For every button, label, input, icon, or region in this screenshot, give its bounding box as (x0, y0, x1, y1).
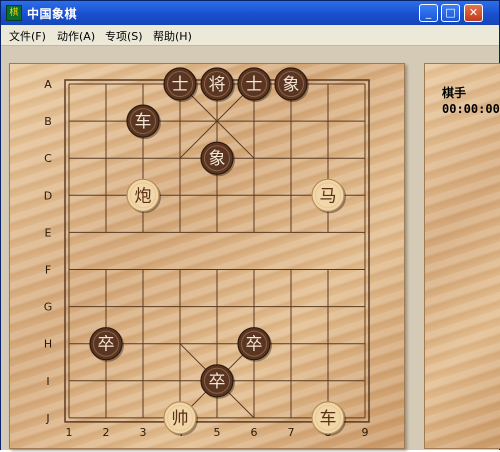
row-label: H (44, 338, 52, 351)
row-label: C (44, 152, 52, 165)
piece-char: 卒 (98, 335, 115, 355)
piece-black[interactable]: 士 (237, 67, 272, 102)
piece-char: 卒 (209, 372, 226, 392)
piece-char: 车 (320, 409, 337, 429)
menu-help[interactable]: 帮助(H) (153, 28, 192, 44)
col-label: 7 (288, 426, 295, 439)
piece-char: 将 (209, 75, 226, 95)
piece-char: 士 (172, 75, 189, 95)
piece-black[interactable]: 卒 (89, 327, 124, 362)
piece-red[interactable]: 马 (311, 178, 346, 214)
window-title: 中国象棋 (27, 7, 78, 21)
piece-black[interactable]: 象 (200, 141, 235, 177)
chess-board[interactable]: ABCDEFGHIJ123456789士将士象车象炮马卒卒卒帅车 (9, 63, 405, 449)
piece-red[interactable]: 炮 (126, 178, 161, 214)
chess-app-icon[interactable]: 棋 (6, 5, 22, 21)
info-panel: 棋手 00:00:00 (424, 63, 500, 449)
menu-action[interactable]: 动作(A) (57, 28, 95, 44)
board-graphic[interactable]: ABCDEFGHIJ123456789士将士象车象炮马卒卒卒帅车 (10, 64, 404, 448)
piece-char: 卒 (246, 335, 263, 355)
row-label: F (45, 264, 51, 277)
piece-char: 象 (209, 149, 226, 169)
piece-black[interactable]: 卒 (200, 364, 235, 399)
piece-char: 马 (320, 186, 337, 206)
player-timer: 00:00:00 (442, 102, 500, 116)
player-label: 棋手 (442, 86, 467, 100)
piece-black[interactable]: 车 (126, 104, 161, 140)
col-label: 3 (140, 426, 147, 439)
row-label: J (45, 412, 49, 425)
piece-black[interactable]: 将 (200, 67, 235, 102)
menu-file[interactable]: 文件(F) (9, 28, 46, 44)
app-window: 棋 中国象棋 _ □ ✕ 文件(F) 动作(A) 专项(S) 帮助(H) A B C… (0, 0, 500, 450)
col-label: 5 (214, 426, 221, 439)
row-label: G (44, 301, 53, 314)
piece-char: 帅 (172, 409, 189, 429)
row-label: I (46, 375, 49, 388)
piece-black[interactable]: 士 (163, 67, 198, 102)
title-bar[interactable]: 棋 中国象棋 _ □ ✕ (1, 1, 499, 25)
piece-char: 车 (135, 112, 152, 132)
piece-char: 炮 (135, 186, 152, 206)
close-button[interactable]: ✕ (464, 4, 483, 22)
col-label: 1 (66, 426, 73, 439)
col-label: 6 (251, 426, 258, 439)
piece-black[interactable]: 象 (274, 67, 309, 102)
minimize-button[interactable]: _ (419, 4, 438, 22)
row-label: D (44, 189, 52, 202)
row-label: A (44, 78, 52, 91)
client-area: ABCDEFGHIJ123456789士将士象车象炮马卒卒卒帅车 棋手 00:0… (1, 46, 500, 450)
row-label: E (45, 226, 52, 239)
piece-char: 象 (283, 75, 300, 95)
piece-black[interactable]: 卒 (237, 327, 272, 362)
col-label: 2 (103, 426, 110, 439)
menu-bar: 文件(F) 动作(A) 专项(S) 帮助(H) (1, 25, 499, 46)
piece-char: 士 (246, 75, 263, 95)
maximize-button[interactable]: □ (441, 4, 460, 22)
row-label: B (44, 115, 52, 128)
col-label: 9 (362, 426, 369, 439)
menu-special[interactable]: 专项(S) (105, 28, 143, 44)
piece-red[interactable]: 帅 (163, 401, 198, 436)
piece-red[interactable]: 车 (311, 401, 346, 436)
